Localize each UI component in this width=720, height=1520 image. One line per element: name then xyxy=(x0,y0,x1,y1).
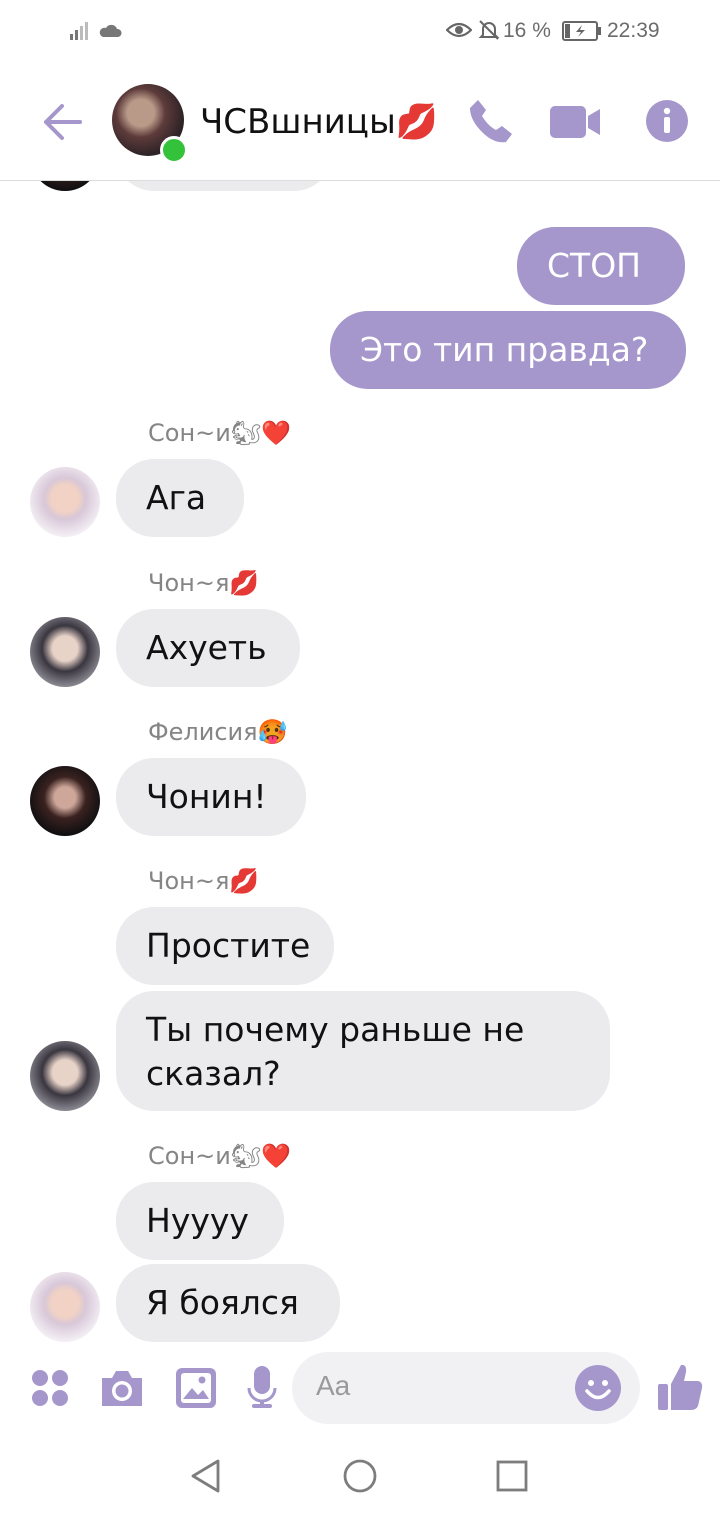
avatar[interactable] xyxy=(30,766,100,836)
avatar[interactable] xyxy=(30,617,100,687)
message-input-placeholder: Aa xyxy=(316,1370,351,1401)
signal-icon xyxy=(70,22,88,40)
message-bubble-outgoing[interactable]: СТОП xyxy=(517,227,685,305)
message-bubble-outgoing[interactable]: Это тип правда? xyxy=(330,311,686,389)
message-bubble-incoming[interactable]: Чонин! xyxy=(116,758,306,836)
message-line: Ты почему раньше не xyxy=(146,1010,525,1049)
online-indicator xyxy=(160,136,188,164)
back-arrow-icon[interactable] xyxy=(40,100,84,144)
message-list: СТОП Это тип правда? Сон~и🐿❤️ Ага Чон~я💋… xyxy=(0,181,720,1346)
avatar[interactable] xyxy=(30,181,100,191)
chat-header: ЧСВшницы💋 xyxy=(0,62,720,181)
like-thumbs-up-icon[interactable] xyxy=(656,1362,704,1412)
battery-percent: 16 % xyxy=(503,19,551,42)
avatar[interactable] xyxy=(30,467,100,537)
sender-name: Чон~я💋 xyxy=(148,569,260,597)
status-bar: 16 % 22:39 xyxy=(0,0,720,62)
avatar[interactable] xyxy=(30,1272,100,1342)
sender-name: Чон~я💋 xyxy=(148,867,260,895)
system-nav-bar xyxy=(0,1430,720,1520)
message-line: сказал? xyxy=(146,1054,281,1093)
message-bubble-incoming[interactable]: Я боялся xyxy=(116,1264,340,1342)
apps-grid-icon[interactable] xyxy=(30,1368,70,1408)
message-bubble-incoming[interactable]: Ага xyxy=(116,459,244,537)
sender-name: Сон~и🐿❤️ xyxy=(148,419,292,447)
gallery-icon[interactable] xyxy=(174,1366,218,1410)
message-bubble-incoming[interactable]: Нуууу xyxy=(116,1182,284,1260)
nav-recents-icon[interactable] xyxy=(496,1460,528,1492)
mute-bell-icon xyxy=(478,20,500,40)
message-bubble-partial[interactable] xyxy=(116,181,332,191)
message-input[interactable]: Aa xyxy=(292,1352,640,1424)
emoji-icon[interactable] xyxy=(574,1364,622,1412)
sender-name: Сон~и🐿❤️ xyxy=(148,1142,292,1170)
message-bubble-incoming[interactable]: Ахуеть xyxy=(116,609,300,687)
nav-back-icon[interactable] xyxy=(188,1458,222,1494)
battery-icon xyxy=(562,21,601,41)
video-call-icon[interactable] xyxy=(548,102,604,142)
message-bubble-incoming[interactable]: Ты почему раньше не сказал? xyxy=(116,991,610,1111)
info-icon[interactable] xyxy=(644,98,690,144)
message-bubble-incoming[interactable]: Простите xyxy=(116,907,334,985)
camera-icon[interactable] xyxy=(98,1368,146,1408)
eye-icon xyxy=(446,22,472,38)
clock: 22:39 xyxy=(607,19,660,42)
cloud-icon xyxy=(99,24,122,37)
avatar[interactable] xyxy=(30,1041,100,1111)
composer-bar: Aa xyxy=(0,1346,720,1430)
chat-title[interactable]: ЧСВшницы💋 xyxy=(200,102,438,142)
nav-home-icon[interactable] xyxy=(342,1458,378,1494)
microphone-icon[interactable] xyxy=(246,1364,278,1412)
phone-icon[interactable] xyxy=(466,96,516,146)
sender-name: Фелисия🥵 xyxy=(148,718,288,746)
